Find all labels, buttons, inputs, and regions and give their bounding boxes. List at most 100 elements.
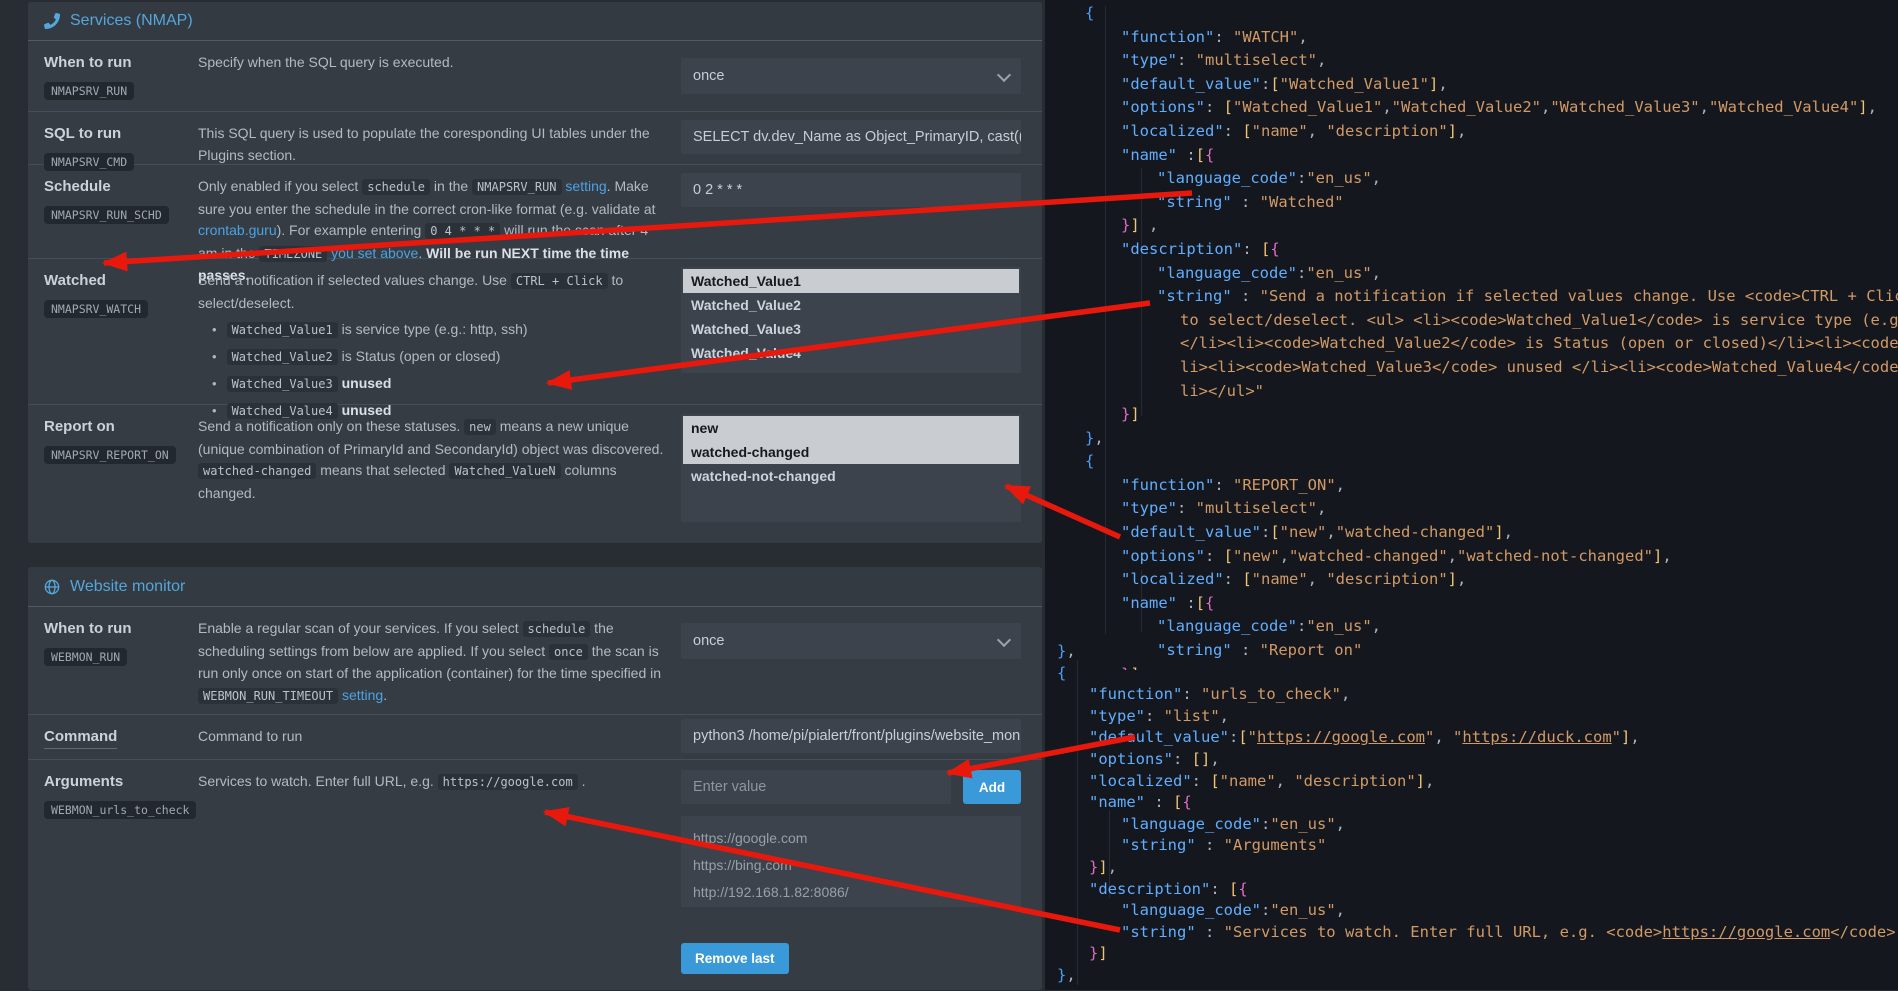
code-token: : xyxy=(1205,547,1224,565)
command-input[interactable]: python3 /home/pi/pialert/front/plugins/w… xyxy=(681,719,1021,753)
inline-link[interactable]: setting xyxy=(565,178,606,194)
inline-code: 0 4 * * * xyxy=(425,223,500,239)
option-watched-not-changed[interactable]: watched-not-changed xyxy=(683,464,1019,488)
code-token: : xyxy=(1196,923,1224,941)
code-line: "options": ["Watched_Value1","Watched_Va… xyxy=(1045,96,1898,120)
code-token: : xyxy=(1205,98,1224,116)
code-url-link[interactable]: https://google.com xyxy=(1662,923,1830,941)
description-text: Specify when the SQL query is executed. xyxy=(198,54,454,70)
code-token: "list" xyxy=(1164,707,1220,725)
code-token: : xyxy=(1177,594,1196,612)
row-label-cell: When to run NMAPSRV_RUN xyxy=(28,41,198,111)
code-line: "default_value":["Watched_Value1"], xyxy=(1045,73,1898,97)
select-value: once xyxy=(693,68,724,84)
option-Watched_Value1[interactable]: Watched_Value1 xyxy=(683,269,1019,293)
code-token: "name" xyxy=(1252,570,1308,588)
option-Watched_Value3[interactable]: Watched_Value3 xyxy=(683,317,1019,341)
row-label-cell: Command xyxy=(28,715,198,759)
setting-description: Send a notification only on these status… xyxy=(198,405,681,528)
code-token: : xyxy=(1297,617,1306,635)
inline-code: CTRL + Click xyxy=(511,273,608,289)
bullet-dot: • xyxy=(212,376,217,391)
description-text: Send a notification if selected values c… xyxy=(198,272,511,288)
sql-to-run-input[interactable]: SELECT dv.dev_Name as Object_PrimaryID, … xyxy=(681,120,1021,154)
code-line: "localized": ["name", "description"], xyxy=(1045,568,1898,592)
code-token: "function" xyxy=(1089,685,1182,703)
code-token: , xyxy=(1280,547,1289,565)
option-watched-changed[interactable]: watched-changed xyxy=(683,440,1019,464)
code-line: "language_code":"en_us", xyxy=(1045,262,1898,286)
inline-link[interactable]: setting xyxy=(342,687,383,703)
bullet-item: •Watched_Value1 is service type (e.g.: h… xyxy=(212,318,667,341)
code-token: "description" xyxy=(1089,880,1210,898)
code-token: [ xyxy=(1261,240,1270,258)
inline-code: Watched_ValueN xyxy=(449,463,560,479)
code-line: "function": "urls_to_check", xyxy=(1045,684,1898,706)
panel-title: Website monitor xyxy=(70,578,185,596)
code-token: , xyxy=(1630,728,1639,746)
code-line: "string" : "Send a notification if selec… xyxy=(1045,285,1898,309)
inline-code: https://google.com xyxy=(438,774,578,790)
setting-control-cell: newwatched-changedwatched-not-changed xyxy=(681,405,1042,528)
code-token: : xyxy=(1210,880,1229,898)
inline-code: once xyxy=(549,644,588,660)
url-list-textarea[interactable]: https://google.comhttps://bing.comhttp:/… xyxy=(681,816,1021,907)
inline-code: Watched_Value3 xyxy=(227,376,338,392)
input-value: SELECT dv.dev_Name as Object_PrimaryID, … xyxy=(693,129,1021,145)
setting-description: Send a notification if selected values c… xyxy=(198,259,681,422)
code-token: "default_value" xyxy=(1121,75,1261,93)
option-new[interactable]: new xyxy=(683,416,1019,440)
code-token: ] xyxy=(1858,98,1867,116)
code-token: : xyxy=(1261,75,1270,93)
option-Watched_Value4[interactable]: Watched_Value4 xyxy=(683,341,1019,365)
code-token: "localized" xyxy=(1121,570,1224,588)
report-on-multiselect[interactable]: newwatched-changedwatched-not-changed xyxy=(681,414,1021,522)
code-token: "multiselect" xyxy=(1196,499,1317,517)
settings-row-report-on: Report onNMAPSRV_REPORT_ONSend a notific… xyxy=(28,404,1042,528)
webmon-when-to-run-select[interactable]: once xyxy=(681,623,1021,659)
setting-description: Services to watch. Enter full URL, e.g. … xyxy=(198,760,681,991)
enter-value-input[interactable]: Enter value xyxy=(681,770,951,804)
code-line: "name" :[{ xyxy=(1045,592,1898,616)
code-token: ] xyxy=(1098,858,1107,876)
bullet-dot: • xyxy=(212,322,217,337)
code-token: "type" xyxy=(1121,499,1177,517)
settings-row-when-to-run: When to run NMAPSRV_RUN Specify when the S… xyxy=(28,41,1042,111)
code-token: , xyxy=(1341,685,1350,703)
panel-header: Services (NMAP) xyxy=(28,2,1042,41)
code-url-link[interactable]: https://google.com xyxy=(1257,728,1425,746)
setting-label: When to run xyxy=(44,54,131,71)
code-line: to select/deselect. <ul> <li><code>Watch… xyxy=(1045,309,1898,333)
code-token: , xyxy=(1317,499,1326,517)
code-line: "language_code":"en_us", xyxy=(1045,615,1898,639)
remove-last-button[interactable]: Remove last xyxy=(681,943,789,974)
chevron-down-icon xyxy=(997,68,1011,82)
code-token: "Watched_Value1" xyxy=(1233,98,1382,116)
code-token: "Send a notification if selected values … xyxy=(1260,287,1898,305)
setting-label: Report on xyxy=(44,418,115,435)
setting-key-badge: NMAPSRV_RUN xyxy=(44,82,134,100)
setting-key-badge: NMAPSRV_WATCH xyxy=(44,300,148,318)
schedule-input[interactable]: 0 2 * * * xyxy=(681,173,1021,207)
setting-control-cell: Watched_Value1Watched_Value2Watched_Valu… xyxy=(681,259,1042,422)
code-line: }] xyxy=(1045,403,1898,427)
option-Watched_Value2[interactable]: Watched_Value2 xyxy=(683,293,1019,317)
code-token: : xyxy=(1232,193,1260,211)
setting-label: Watched xyxy=(44,272,106,289)
setting-description: Specify when the SQL query is executed. xyxy=(198,41,681,111)
code-token: "Services to watch. Enter full URL, e.g.… xyxy=(1224,923,1663,941)
code-url-link[interactable]: https://duck.com xyxy=(1462,728,1611,746)
when-to-run-select[interactable]: once xyxy=(681,58,1021,94)
code-token: "options" xyxy=(1121,547,1205,565)
add-button[interactable]: Add xyxy=(963,770,1021,804)
input-value: 0 2 * * * xyxy=(693,182,742,198)
code-token: , xyxy=(1094,429,1103,447)
code-line: { xyxy=(1045,450,1898,474)
code-line: }, xyxy=(1045,965,1898,987)
code-token: "localized" xyxy=(1121,122,1224,140)
inline-link[interactable]: crontab.guru xyxy=(198,222,277,238)
code-token: "WATCH" xyxy=(1233,28,1298,46)
code-token: [ xyxy=(1196,146,1205,164)
row-label-cell: SQL to runNMAPSRV_CMD xyxy=(28,112,198,171)
watched-multiselect[interactable]: Watched_Value1Watched_Value2Watched_Valu… xyxy=(681,267,1021,373)
